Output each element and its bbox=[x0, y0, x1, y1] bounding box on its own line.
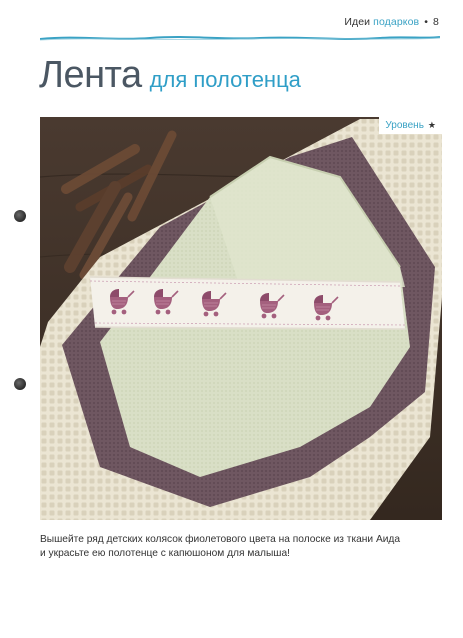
project-photo: Уровень ★ bbox=[40, 117, 442, 520]
header-subsection: подарков bbox=[373, 16, 420, 28]
binder-hole-top bbox=[14, 210, 26, 222]
aida-band bbox=[89, 276, 406, 330]
decorative-wave-rule bbox=[40, 36, 440, 41]
project-description: Вышейте ряд детских колясок фиолетового … bbox=[40, 533, 440, 561]
page-number: 8 bbox=[433, 16, 439, 28]
title-rest: для полотенца bbox=[149, 67, 301, 92]
caption-line-2: и украсьте ею полотенце с капюшоном для … bbox=[40, 548, 290, 559]
star-icon: ★ bbox=[427, 120, 436, 130]
difficulty-level-badge: Уровень ★ bbox=[379, 117, 442, 134]
title-main: Лента bbox=[39, 54, 142, 96]
towel-photo-illustration bbox=[40, 117, 442, 520]
header-section: Идеи bbox=[344, 16, 371, 28]
running-header: Идеи подарков • 8 bbox=[344, 16, 439, 28]
page-title: Лента для полотенца bbox=[39, 54, 301, 97]
caption-line-1: Вышейте ряд детских колясок фиолетового … bbox=[40, 534, 401, 545]
header-separator: • bbox=[424, 16, 429, 28]
binder-hole-bottom bbox=[14, 378, 26, 390]
magazine-page: Идеи подарков • 8 Лента для полотенца Ур… bbox=[0, 0, 463, 638]
level-label: Уровень bbox=[385, 120, 424, 131]
